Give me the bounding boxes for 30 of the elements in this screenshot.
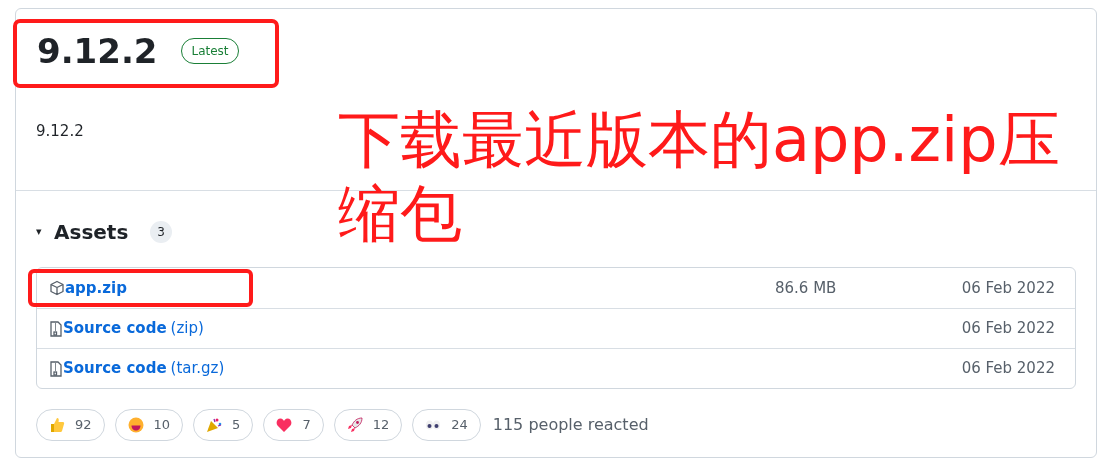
reaction-button[interactable]: 7 (263, 409, 324, 441)
reaction-button[interactable]: 12 (333, 409, 403, 441)
asset-format: (zip) (170, 318, 204, 340)
reaction-button[interactable]: 92 (36, 409, 105, 441)
asset-date: 06 Feb 2022 (960, 358, 1055, 380)
release-title: 9.12.2 (37, 31, 158, 72)
file-zip-icon (49, 360, 63, 377)
reaction-button[interactable]: 10 (114, 409, 184, 441)
asset-format: (tar.gz) (170, 358, 225, 380)
smile-icon (127, 417, 144, 433)
heart-icon (276, 417, 293, 433)
asset-link[interactable]: app.zip (65, 276, 127, 300)
party-popper-icon (206, 417, 223, 433)
count-badge: 3 (150, 221, 172, 243)
annotation-text: 下载最近版本的app.zip压缩包 (338, 103, 1061, 252)
asset-link[interactable]: Source code (63, 317, 167, 340)
assets-heading[interactable]: Assets (54, 217, 129, 247)
package-icon (49, 280, 65, 296)
thumbs-up-icon (49, 417, 65, 433)
file-zip-icon (49, 320, 63, 337)
caret-icon[interactable]: ▾ (36, 223, 46, 241)
asset-link[interactable]: Source code (63, 357, 167, 380)
release-description: 9.12.2 (36, 120, 85, 142)
reaction-summary: 115 people reacted (492, 414, 649, 436)
asset-date: 06 Feb 2022 (960, 318, 1055, 340)
rocket-icon (346, 417, 363, 433)
reaction-button[interactable]: 24 (412, 409, 481, 441)
asset-date: 06 Feb 2022 (960, 277, 1055, 299)
asset-size: 86.6 MB (775, 277, 838, 299)
reaction-button[interactable]: 5 (193, 409, 254, 441)
